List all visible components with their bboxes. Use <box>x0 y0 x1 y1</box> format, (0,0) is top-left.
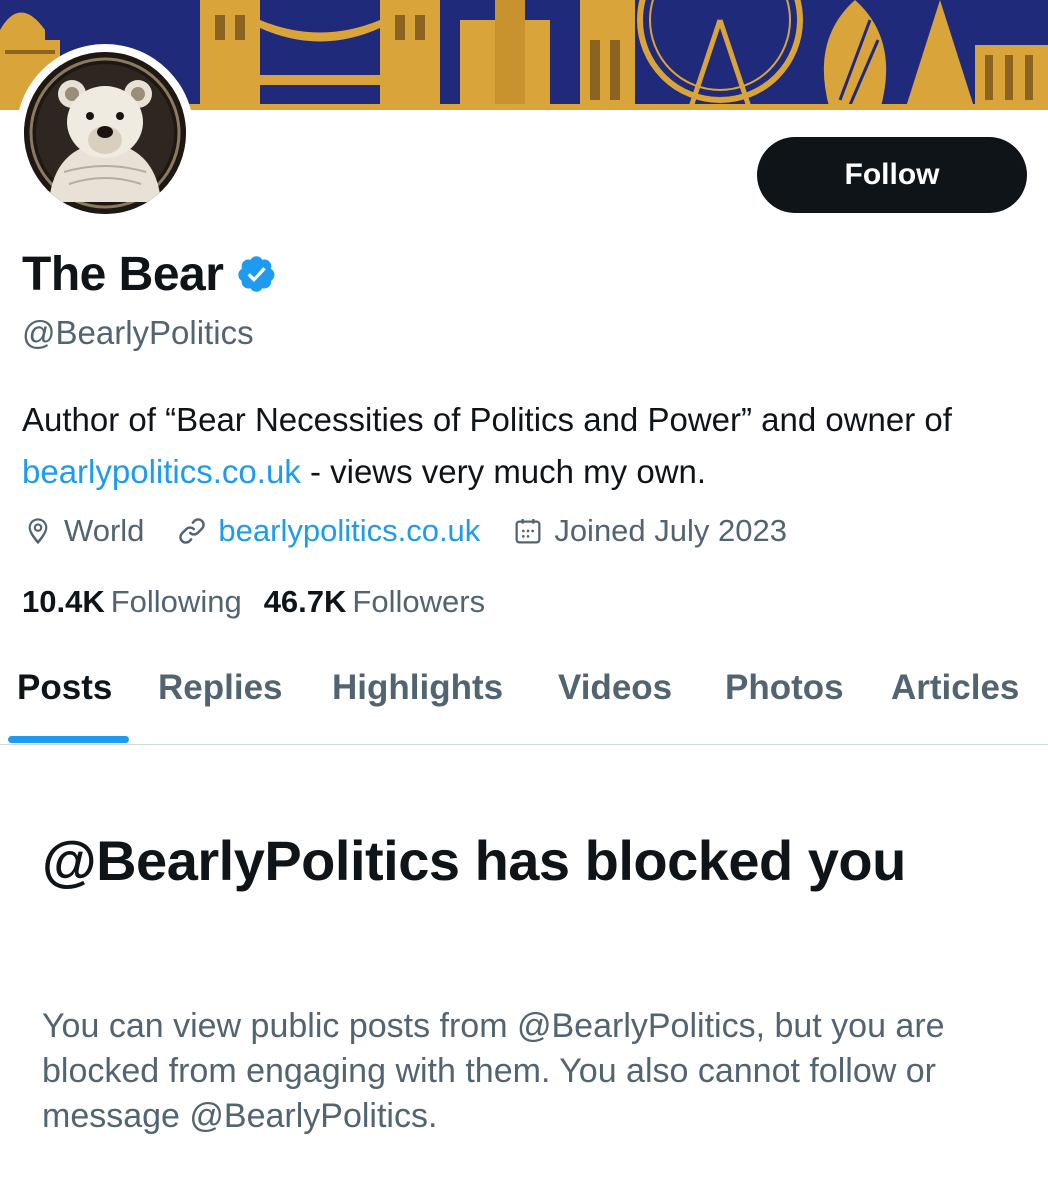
following-label: Following <box>110 584 242 619</box>
location-item: World <box>22 513 144 549</box>
profile-bio: Author of “Bear Necessities of Politics … <box>22 394 1032 498</box>
profile-handle: @BearlyPolitics <box>22 314 254 351</box>
location-pin-icon <box>28 518 48 545</box>
verified-badge-icon[interactable] <box>237 254 277 294</box>
bio-website-link[interactable]: bearlypolitics.co.uk <box>22 453 301 490</box>
followers-stat[interactable]: 46.7K Followers <box>264 584 485 620</box>
active-tab-indicator <box>8 736 129 743</box>
calendar-icon <box>515 519 541 544</box>
tab-highlights[interactable]: Highlights <box>332 668 503 708</box>
profile-tabs: Posts Replies Highlights Videos Photos A… <box>0 650 1048 745</box>
tab-articles[interactable]: Articles <box>891 668 1019 708</box>
bear-avatar-image <box>24 52 186 214</box>
website-item[interactable]: bearlypolitics.co.uk <box>176 513 480 549</box>
display-name: The Bear <box>22 247 224 301</box>
blocked-title: @BearlyPolitics has blocked you <box>42 829 906 892</box>
follow-button[interactable]: Follow <box>757 137 1027 213</box>
bio-text-part1: Author of “Bear Necessities of Politics … <box>22 401 952 438</box>
followers-count: 46.7K <box>263 584 347 619</box>
profile-avatar[interactable] <box>16 44 194 222</box>
location-text: World <box>64 513 145 548</box>
link-icon <box>179 518 206 544</box>
following-stat[interactable]: 10.4K Following <box>22 584 242 620</box>
joined-text: Joined July 2023 <box>554 513 787 548</box>
bio-text-part2: - views very much my own. <box>300 453 707 490</box>
tab-photos[interactable]: Photos <box>725 668 844 708</box>
profile-meta: World bearlypolitics.co.uk Joined July 2… <box>22 508 819 554</box>
profile-stats: 10.4K Following 46.7K Followers <box>22 580 507 624</box>
followers-label: Followers <box>352 584 486 619</box>
following-count: 10.4K <box>22 584 105 619</box>
blocked-description: You can view public posts from @BearlyPo… <box>42 1007 945 1135</box>
tab-posts[interactable]: Posts <box>17 668 112 708</box>
tab-replies[interactable]: Replies <box>158 668 283 708</box>
profile-name-row: The Bear <box>22 246 277 302</box>
joined-item: Joined July 2023 <box>512 513 787 549</box>
tab-videos[interactable]: Videos <box>558 668 672 708</box>
website-link[interactable]: bearlypolitics.co.uk <box>218 513 480 549</box>
